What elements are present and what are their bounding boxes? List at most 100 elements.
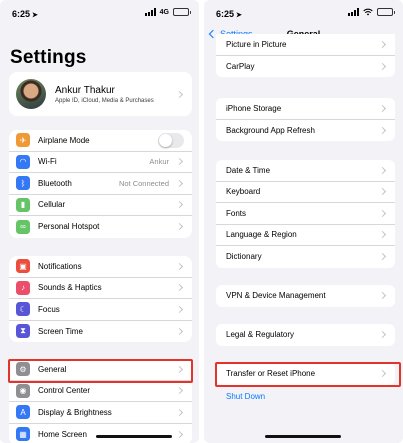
chevron-right-icon bbox=[175, 408, 184, 416]
status-bar: 6:25 ➤ bbox=[204, 0, 403, 24]
row-label: Bluetooth bbox=[38, 178, 72, 188]
airplane-icon: ✈ bbox=[16, 133, 30, 148]
general-row-background-app-refresh[interactable]: Background App Refresh bbox=[216, 120, 395, 142]
settings-row-focus[interactable]: ☾ Focus bbox=[9, 299, 192, 321]
general-row-fonts[interactable]: Fonts bbox=[216, 203, 395, 225]
chevron-right-icon bbox=[378, 331, 387, 339]
row-label: Transfer or Reset iPhone bbox=[226, 369, 316, 379]
settings-row-screen-time[interactable]: ⧗ Screen Time bbox=[9, 321, 192, 343]
home-screen-icon: ▦ bbox=[16, 427, 30, 442]
settings-row-sounds-haptics[interactable]: ♪ Sounds & Haptics bbox=[9, 278, 192, 299]
general-row-legal-regulatory[interactable]: Legal & Regulatory bbox=[216, 324, 395, 346]
settings-row-home-screen[interactable]: ▦ Home Screen bbox=[9, 424, 192, 443]
row-label: General bbox=[38, 364, 67, 374]
chevron-right-icon bbox=[378, 370, 387, 378]
row-label: Personal Hotspot bbox=[38, 222, 100, 232]
row-label: Dictionary bbox=[226, 252, 262, 262]
signal-icon bbox=[348, 8, 359, 16]
chevron-right-icon bbox=[175, 387, 184, 395]
general-row-dictionary[interactable]: Dictionary bbox=[216, 246, 395, 268]
chevron-right-icon bbox=[175, 284, 184, 292]
wifi-icon: ◠ bbox=[16, 154, 30, 169]
control-center-icon: ◉ bbox=[16, 383, 30, 398]
row-label: Wi-Fi bbox=[38, 157, 57, 167]
home-indicator bbox=[265, 434, 341, 438]
row-value: Not Connected bbox=[118, 178, 169, 188]
row-label: Background App Refresh bbox=[226, 125, 315, 135]
avatar bbox=[16, 79, 46, 109]
row-label: Date & Time bbox=[226, 165, 271, 175]
chevron-right-icon bbox=[378, 166, 387, 174]
settings-screen: 6:25 ➤ 4G Settings Ankur Thakur Apple ID,… bbox=[0, 0, 199, 443]
profile-card[interactable]: Ankur Thakur Apple ID, iCloud, Media & P… bbox=[9, 72, 192, 116]
settings-row-general[interactable]: ⚙ General bbox=[9, 359, 192, 381]
row-label: CarPlay bbox=[226, 61, 255, 71]
settings-row-cellular[interactable]: ▮ Cellular bbox=[9, 195, 192, 216]
general-row-carplay[interactable]: CarPlay bbox=[216, 56, 395, 78]
chevron-right-icon bbox=[175, 201, 184, 209]
general-screen: 6:25➤ Settings General Picture in Pictur… bbox=[204, 0, 403, 443]
settings-row-bluetooth[interactable]: ᛒ Bluetooth Not Connected bbox=[9, 173, 192, 195]
general-row-language-region[interactable]: Language & Region bbox=[216, 225, 395, 246]
general-row-picture-in-picture[interactable]: Picture in Picture bbox=[216, 34, 395, 56]
chevron-right-icon bbox=[378, 292, 387, 300]
settings-row-airplane-mode[interactable]: ✈ Airplane Mode bbox=[9, 130, 192, 152]
row-label: Notifications bbox=[38, 261, 82, 271]
chevron-right-icon bbox=[378, 253, 387, 261]
settings-row-control-center[interactable]: ◉ Control Center bbox=[9, 381, 192, 402]
profile-subtitle: Apple ID, iCloud, Media & Purchases bbox=[55, 97, 154, 104]
display-icon: A bbox=[16, 405, 30, 420]
settings-row-wi-fi[interactable]: ◠ Wi-Fi Ankur bbox=[9, 152, 192, 173]
row-label: Screen Time bbox=[38, 326, 83, 336]
settings-row-notifications[interactable]: ▣ Notifications bbox=[9, 256, 192, 278]
system-group: ⚙ General ◉ Control Center A Display & Bright… bbox=[9, 359, 192, 443]
notifications-group: ▣ Notifications ♪ Sounds & Haptics ☾ Focus ⧗ Sc… bbox=[9, 256, 192, 342]
status-bar: 6:25 ➤ 4G bbox=[0, 0, 199, 24]
row-label: Display & Brightness bbox=[38, 407, 112, 417]
general-group-4: VPN & Device Management bbox=[216, 285, 395, 307]
general-row-vpn-device-management[interactable]: VPN & Device Management bbox=[216, 285, 395, 307]
status-time: 6:25 ➤ bbox=[216, 9, 242, 19]
chevron-right-icon bbox=[378, 62, 387, 70]
settings-row-personal-hotspot[interactable]: ∞ Personal Hotspot bbox=[9, 216, 192, 238]
general-row-keyboard[interactable]: Keyboard bbox=[216, 182, 395, 203]
location-icon: ➤ bbox=[32, 12, 38, 19]
gear-icon: ⚙ bbox=[16, 362, 30, 377]
page-title: Settings bbox=[10, 47, 87, 68]
chevron-right-icon bbox=[175, 90, 184, 98]
chevron-right-icon bbox=[175, 305, 184, 313]
chevron-right-icon bbox=[175, 179, 184, 187]
network-type: 4G bbox=[159, 8, 169, 16]
chevron-right-icon bbox=[175, 223, 184, 231]
general-group-6: Transfer or Reset iPhone bbox=[216, 363, 395, 385]
moon-icon: ☾ bbox=[16, 302, 30, 317]
chevron-right-icon bbox=[175, 430, 184, 438]
signal-icon bbox=[144, 8, 156, 16]
row-label: VPN & Device Management bbox=[226, 291, 326, 301]
row-label: Control Center bbox=[38, 386, 91, 396]
battery-icon bbox=[377, 8, 395, 16]
row-label: Fonts bbox=[226, 208, 247, 218]
sound-icon: ♪ bbox=[16, 280, 30, 295]
airplane-mode-toggle[interactable] bbox=[158, 132, 184, 148]
notifications-icon: ▣ bbox=[16, 259, 30, 274]
general-row-date-time[interactable]: Date & Time bbox=[216, 160, 395, 182]
profile-name: Ankur Thakur bbox=[55, 84, 115, 96]
row-label: iPhone Storage bbox=[226, 103, 282, 113]
chevron-right-icon bbox=[378, 104, 387, 112]
row-label: Keyboard bbox=[226, 187, 261, 197]
row-label: Picture in Picture bbox=[226, 39, 287, 49]
row-label: Cellular bbox=[38, 200, 66, 210]
apple-id-row[interactable]: Ankur Thakur Apple ID, iCloud, Media & P… bbox=[9, 72, 192, 116]
general-row-transfer-or-reset-iphone[interactable]: Transfer or Reset iPhone bbox=[216, 363, 395, 385]
settings-row-display-brightness[interactable]: A Display & Brightness bbox=[9, 402, 192, 424]
bluetooth-icon: ᛒ bbox=[16, 176, 30, 191]
status-time: 6:25 ➤ bbox=[12, 9, 38, 19]
general-group-1: Picture in Picture CarPlay bbox=[216, 34, 395, 77]
shut-down-button[interactable]: Shut Down bbox=[226, 392, 265, 401]
chevron-right-icon bbox=[378, 126, 387, 134]
chevron-right-icon bbox=[175, 158, 184, 166]
chevron-right-icon bbox=[175, 262, 184, 270]
general-row-iphone-storage[interactable]: iPhone Storage bbox=[216, 98, 395, 120]
chevron-right-icon bbox=[175, 327, 184, 335]
